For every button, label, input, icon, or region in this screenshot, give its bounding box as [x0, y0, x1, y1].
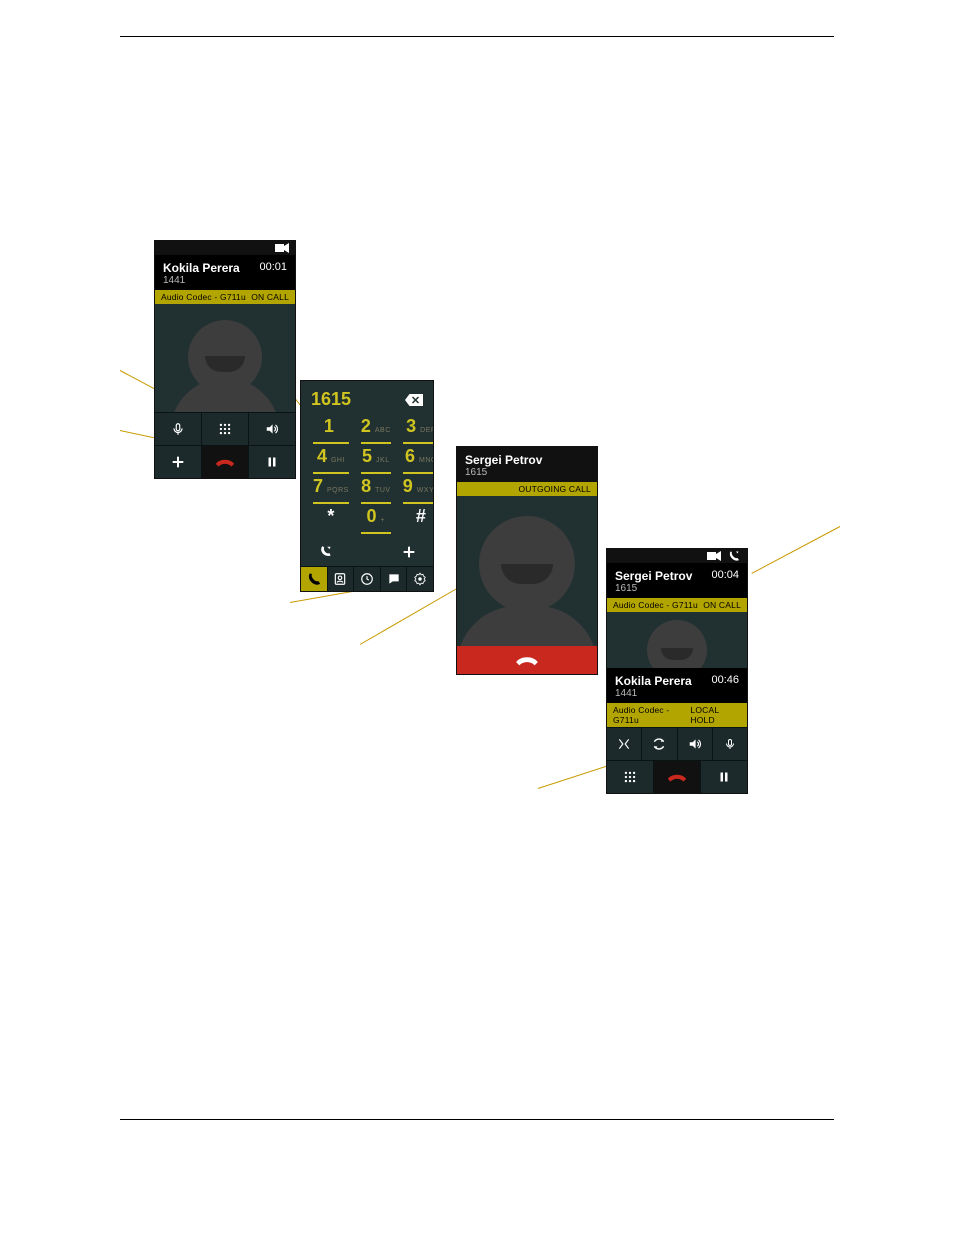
call1-avatar — [607, 612, 747, 668]
key-1[interactable]: 1 — [313, 416, 349, 444]
tab-phone[interactable] — [301, 567, 327, 591]
add-contact-button[interactable] — [401, 544, 417, 560]
phone-two-calls: Sergei Petrov 1615 00:04 Audio Codec - G… — [606, 548, 748, 794]
call2-status: LOCAL HOLD — [690, 705, 741, 725]
phone-active-call: Kokila Perera 1441 00:01 Audio Codec - G… — [154, 240, 296, 479]
speaker-button[interactable] — [677, 728, 712, 760]
speaker-button[interactable] — [248, 413, 295, 445]
mute-button[interactable] — [155, 413, 201, 445]
dialpad-button[interactable] — [607, 761, 653, 793]
key-hash[interactable]: # — [403, 506, 434, 534]
backspace-button[interactable] — [405, 394, 423, 406]
key-star[interactable]: * — [313, 506, 349, 534]
mute-button[interactable] — [712, 728, 747, 760]
tab-messages[interactable] — [380, 567, 407, 591]
video-icon[interactable] — [275, 243, 289, 253]
status-bar — [607, 549, 747, 563]
pointer-line-6 — [751, 526, 840, 574]
call1-header[interactable]: Sergei Petrov 1615 00:04 — [607, 563, 747, 598]
phone-dialpad: 1615 1 2ABC 3DEF 4GHI 5JKL 6MNO 7PQRS 8T… — [300, 380, 434, 592]
swap-button[interactable] — [641, 728, 676, 760]
bottom-nav — [301, 566, 433, 591]
key-6[interactable]: 6MNO — [403, 446, 434, 474]
call2-timer: 00:46 — [711, 674, 739, 686]
tab-settings[interactable] — [406, 567, 433, 591]
key-5[interactable]: 5JKL — [361, 446, 391, 474]
end-call-button[interactable] — [201, 446, 248, 478]
redial-button[interactable] — [317, 545, 335, 559]
merge-button[interactable] — [607, 728, 641, 760]
key-3[interactable]: 3DEF — [403, 416, 434, 444]
typed-number: 1615 — [311, 389, 351, 410]
codec-bar: Audio Codec - G711u ON CALL — [155, 290, 295, 304]
tab-history[interactable] — [353, 567, 380, 591]
avatar — [457, 496, 597, 646]
avatar — [155, 304, 295, 412]
end-call-button[interactable] — [457, 646, 597, 674]
key-4[interactable]: 4GHI — [313, 446, 349, 474]
call1-extension: 1615 — [615, 583, 739, 594]
transfer-icon[interactable] — [727, 550, 741, 562]
caller-extension: 1615 — [465, 467, 589, 478]
caller-header: Sergei Petrov 1615 — [457, 447, 597, 482]
caller-extension: 1441 — [163, 275, 287, 286]
key-2[interactable]: 2ABC — [361, 416, 391, 444]
call2-extension: 1441 — [615, 688, 739, 699]
call1-codec: Audio Codec - G711u — [613, 600, 698, 610]
call-status: OUTGOING CALL — [518, 484, 591, 494]
call2-codec: Audio Codec - G711u — [613, 705, 690, 725]
hold-button[interactable] — [248, 446, 295, 478]
key-7[interactable]: 7PQRS — [313, 476, 349, 504]
video-icon[interactable] — [707, 551, 721, 561]
dial-grid: 1 2ABC 3DEF 4GHI 5JKL 6MNO 7PQRS 8TUV 9W… — [301, 414, 433, 540]
phone-outgoing-call: Sergei Petrov 1615 OUTGOING CALL — [456, 446, 598, 675]
key-8[interactable]: 8TUV — [361, 476, 391, 504]
key-0[interactable]: 0+ — [361, 506, 391, 534]
end-call-button[interactable] — [653, 761, 700, 793]
call2-codec-bar: Audio Codec - G711u LOCAL HOLD — [607, 703, 747, 727]
call1-timer: 00:04 — [711, 569, 739, 581]
status-bar — [155, 241, 295, 255]
hold-button[interactable] — [700, 761, 747, 793]
call1-codec-bar: Audio Codec - G711u ON CALL — [607, 598, 747, 612]
call-timer: 00:01 — [259, 261, 287, 273]
call2-header[interactable]: Kokila Perera 1441 00:46 — [607, 668, 747, 703]
dialpad-button[interactable] — [201, 413, 248, 445]
pointer-line-5 — [360, 584, 464, 645]
call-status: ON CALL — [251, 292, 289, 302]
status-bar-outgoing: OUTGOING CALL — [457, 482, 597, 496]
codec-label: Audio Codec - G711u — [161, 292, 246, 302]
call1-status: ON CALL — [703, 600, 741, 610]
dial-display: 1615 — [301, 381, 433, 414]
caller-name: Sergei Petrov — [465, 453, 589, 467]
caller-header: Kokila Perera 1441 00:01 — [155, 255, 295, 290]
key-9[interactable]: 9WXYZ — [403, 476, 434, 504]
tab-contacts[interactable] — [327, 567, 354, 591]
add-call-button[interactable] — [155, 446, 201, 478]
